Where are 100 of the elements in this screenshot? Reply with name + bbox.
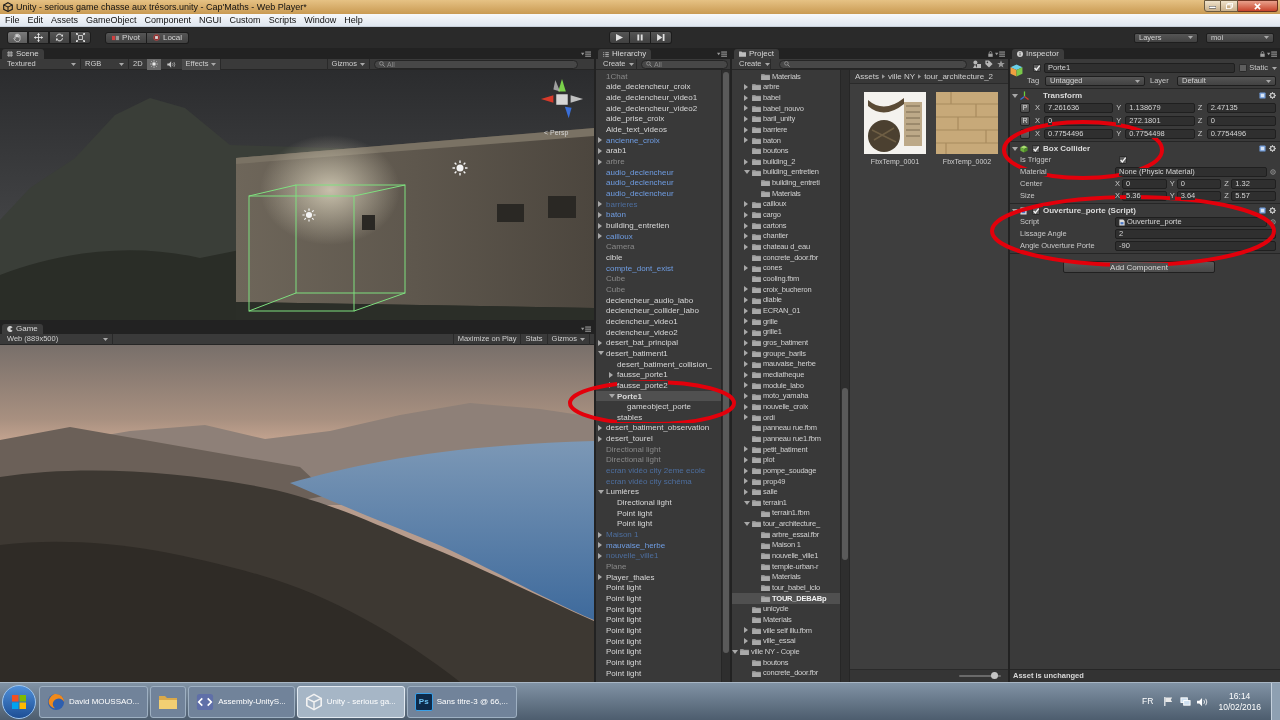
caret-right-icon[interactable] xyxy=(744,467,748,474)
hierarchy-item[interactable]: compte_dont_exist xyxy=(606,263,674,273)
hierarchy-item[interactable]: Porte1 xyxy=(617,391,642,401)
hierarchy-item[interactable]: stables xyxy=(617,412,643,422)
hierarchy-item[interactable]: audio_declencheur xyxy=(606,167,674,177)
tool-button[interactable] xyxy=(28,31,49,44)
caret-right-icon[interactable] xyxy=(598,552,602,559)
caret-right-icon[interactable] xyxy=(744,478,748,485)
help-book-icon[interactable] xyxy=(1259,207,1266,214)
caret-right-icon[interactable] xyxy=(598,339,602,346)
beige-texture-thumbnail[interactable] xyxy=(936,92,998,154)
speaker-icon[interactable] xyxy=(1197,696,1209,707)
hierarchy-item[interactable]: Aide_text_videos xyxy=(606,125,667,135)
caret-right-icon[interactable] xyxy=(598,201,602,208)
caret-right-icon[interactable] xyxy=(744,382,748,389)
hierarchy-item[interactable]: fausse_porte2 xyxy=(617,380,668,390)
tool-button[interactable] xyxy=(70,31,91,44)
caret-right-icon[interactable] xyxy=(598,435,602,442)
hierarchy-item[interactable]: fausse_porte1 xyxy=(617,370,668,380)
caret-right-icon[interactable] xyxy=(744,329,748,336)
caret-right-icon[interactable] xyxy=(598,147,602,154)
breadcrumb-link[interactable]: tour_architecture_2 xyxy=(924,72,994,81)
hierarchy-item[interactable]: desert_batiment1 xyxy=(606,348,668,358)
hierarchy-item[interactable]: Directional light xyxy=(617,498,672,508)
checkbox[interactable] xyxy=(1239,64,1248,72)
menu-item[interactable]: Scripts xyxy=(264,14,301,26)
caret-down-icon[interactable] xyxy=(1012,208,1018,213)
hierarchy-item[interactable]: declencheur_video1 xyxy=(606,316,678,326)
caret-right-icon[interactable] xyxy=(744,638,748,645)
panel-menu-icon[interactable] xyxy=(581,325,591,332)
caret-right-icon[interactable] xyxy=(744,339,748,346)
pause-button[interactable] xyxy=(629,31,651,44)
hierarchy-item[interactable]: 1Chat xyxy=(606,71,628,81)
caret-down-icon[interactable] xyxy=(1012,146,1018,151)
caret-right-icon[interactable] xyxy=(744,211,748,218)
caret-right-icon[interactable] xyxy=(598,137,602,144)
breadcrumb-link[interactable]: Assets xyxy=(855,72,879,81)
caret-right-icon[interactable] xyxy=(744,222,748,229)
lighting-toggle[interactable] xyxy=(146,58,161,70)
menu-item[interactable]: Edit xyxy=(23,14,48,26)
reset-axis-button[interactable] xyxy=(1020,128,1030,139)
hierarchy-item[interactable]: Point light xyxy=(606,615,642,625)
lock-icon[interactable] xyxy=(1260,50,1265,57)
caret-right-icon[interactable] xyxy=(744,361,748,368)
menu-item[interactable]: GameObject xyxy=(82,14,141,26)
start-button[interactable] xyxy=(2,684,36,719)
hierarchy-item[interactable]: desert_bat_principal xyxy=(606,338,679,348)
caret-right-icon[interactable] xyxy=(598,425,602,431)
star-icon[interactable] xyxy=(997,60,1005,68)
checkbox[interactable] xyxy=(1032,206,1040,215)
hierarchy-item[interactable]: declencheur_audio_labo xyxy=(606,295,694,305)
scrollbar-thumb[interactable] xyxy=(723,72,729,654)
clock-date[interactable]: 10/02/2016 xyxy=(1218,703,1261,712)
caret-down-icon[interactable] xyxy=(732,649,738,654)
caret-right-icon[interactable] xyxy=(744,446,748,453)
scrollbar-thumb[interactable] xyxy=(842,388,848,560)
hierarchy-item[interactable]: Point light xyxy=(606,636,642,646)
gear-icon[interactable] xyxy=(1269,145,1276,152)
panel-tab[interactable]: Inspector xyxy=(1012,49,1064,59)
help-book-icon[interactable] xyxy=(1259,92,1266,99)
breadcrumb-link[interactable]: ville NY xyxy=(888,72,916,81)
taskbar-button[interactable]: Assembly-UnityS... xyxy=(188,685,295,718)
caret-right-icon[interactable] xyxy=(598,233,602,240)
object-picker-icon[interactable] xyxy=(1270,219,1276,225)
panel-tab[interactable]: Scene xyxy=(2,49,44,59)
hierarchy-item[interactable]: Point light xyxy=(606,594,642,603)
caret-right-icon[interactable] xyxy=(744,105,748,112)
hierarchy-item[interactable]: Point light xyxy=(606,583,642,593)
hierarchy-item[interactable]: Directional light xyxy=(606,444,661,454)
taskbar-button[interactable]: David MOUSSAO... xyxy=(39,685,149,718)
panel-menu-icon[interactable] xyxy=(581,50,591,57)
hierarchy-item[interactable]: Plane xyxy=(606,562,627,571)
hierarchy-item[interactable]: cible xyxy=(606,253,623,262)
menu-item[interactable]: NGUI xyxy=(195,14,226,26)
caret-right-icon[interactable] xyxy=(744,297,748,304)
caret-right-icon[interactable] xyxy=(744,201,748,208)
caret-right-icon[interactable] xyxy=(598,222,602,229)
panel-tab[interactable]: Project xyxy=(734,49,779,59)
panel-menu-icon[interactable] xyxy=(717,50,727,57)
caret-down-icon[interactable] xyxy=(598,351,604,356)
checkbox[interactable] xyxy=(1119,156,1127,164)
panel-tab[interactable]: Game xyxy=(2,324,43,334)
panel-menu-icon[interactable] xyxy=(1267,50,1277,57)
slider-thumb[interactable] xyxy=(991,672,999,679)
hierarchy-item[interactable]: Point light xyxy=(606,625,642,635)
tool-button[interactable] xyxy=(7,31,28,44)
caret-right-icon[interactable] xyxy=(744,84,748,90)
menu-item[interactable]: Component xyxy=(140,14,196,26)
caret-right-icon[interactable] xyxy=(744,456,748,463)
caret-right-icon[interactable] xyxy=(744,115,748,122)
caret-right-icon[interactable] xyxy=(598,211,602,218)
hierarchy-item[interactable]: Camera xyxy=(606,242,635,252)
caret-right-icon[interactable] xyxy=(744,393,748,399)
hierarchy-item[interactable]: desert_tourel xyxy=(606,434,653,444)
caret-right-icon[interactable] xyxy=(598,574,602,581)
hierarchy-item[interactable]: arbre xyxy=(606,157,625,167)
pivot-button[interactable]: Pivot xyxy=(105,31,147,44)
caret-right-icon[interactable] xyxy=(744,94,748,101)
search-field[interactable] xyxy=(779,59,967,69)
close-button[interactable] xyxy=(1238,0,1278,12)
